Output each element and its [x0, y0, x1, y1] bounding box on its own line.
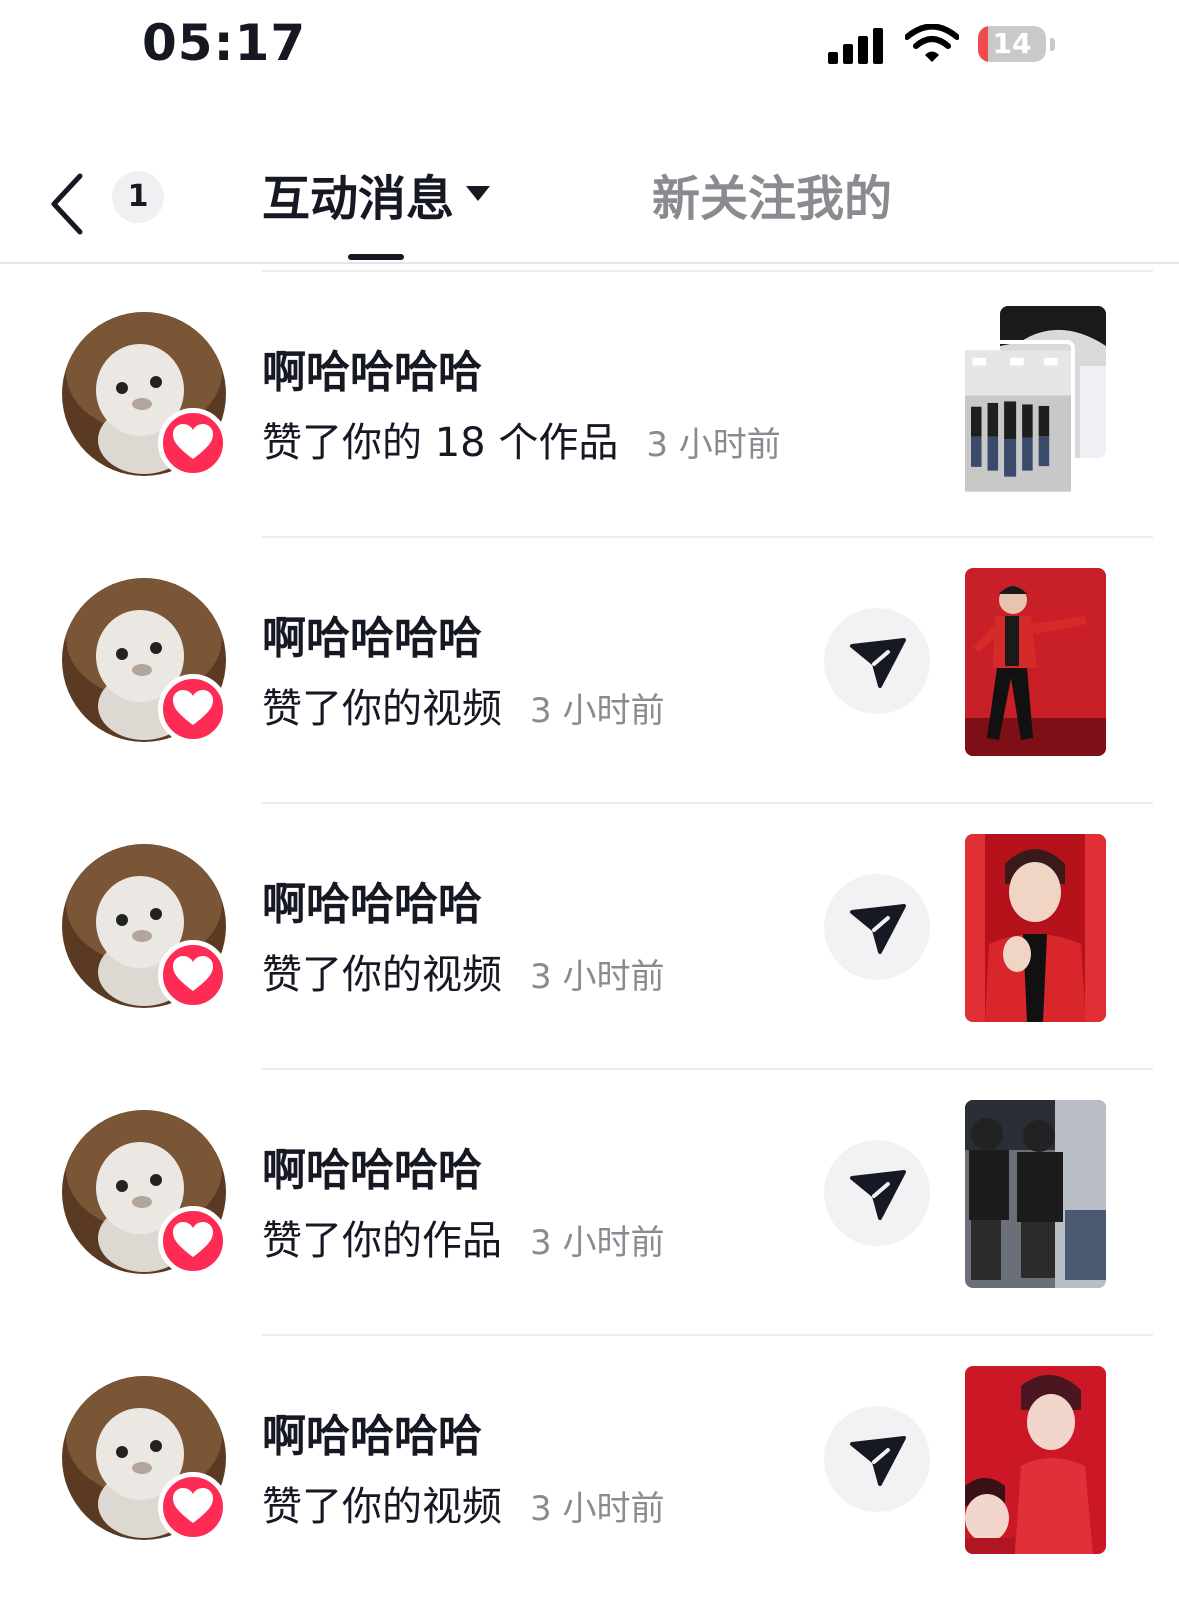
action-text: 赞了你的视频 — [262, 952, 502, 998]
row-divider — [262, 802, 1153, 804]
tab-interactive-messages[interactable]: 互动消息 — [262, 164, 454, 234]
action-text: 赞了你的作品 — [262, 1218, 502, 1264]
row-divider — [262, 1334, 1153, 1336]
notification-text: 赞了你的视频 3 小时前 — [262, 676, 664, 734]
video-thumbnail[interactable] — [965, 1100, 1106, 1288]
notification-row[interactable]: 啊哈哈哈哈赞了你的视频 3 小时前 — [0, 1334, 1179, 1600]
signal-icon — [828, 28, 883, 64]
notification-text: 赞了你的 18 个作品 3 小时前 — [262, 410, 781, 468]
battery-level: 14 — [992, 27, 1032, 60]
user-name[interactable]: 啊哈哈哈哈 — [262, 1400, 482, 1464]
tab-active-indicator — [348, 254, 404, 260]
unread-count-badge: 1 — [112, 171, 164, 223]
send-icon[interactable] — [824, 874, 930, 980]
battery-tip — [1050, 38, 1055, 51]
notification-text: 赞了你的视频 3 小时前 — [262, 942, 664, 1000]
action-text: 赞了你的视频 — [262, 1484, 502, 1530]
video-thumbnail[interactable] — [965, 1366, 1106, 1554]
dropdown-caret-icon[interactable] — [466, 186, 490, 201]
wifi-icon — [905, 24, 959, 62]
heart-icon — [158, 674, 228, 744]
send-icon[interactable] — [824, 1406, 930, 1512]
tab-new-followers[interactable]: 新关注我的 — [652, 164, 892, 234]
heart-icon — [158, 1206, 228, 1276]
send-icon[interactable] — [824, 608, 930, 714]
timestamp: 3 小时前 — [530, 691, 665, 731]
timestamp: 3 小时前 — [530, 957, 665, 997]
notification-row[interactable]: 啊哈哈哈哈赞了你的视频 3 小时前 — [0, 536, 1179, 802]
notification-row[interactable]: 啊哈哈哈哈赞了你的 18 个作品 3 小时前 — [0, 270, 1179, 536]
battery-icon: 14 — [978, 26, 1046, 62]
heart-icon — [158, 408, 228, 478]
heart-icon — [158, 1472, 228, 1542]
notification-row[interactable]: 啊哈哈哈哈赞了你的作品 3 小时前 — [0, 1068, 1179, 1334]
status-time: 05:17 — [142, 14, 307, 72]
timestamp: 3 小时前 — [530, 1489, 665, 1529]
notification-text: 赞了你的视频 3 小时前 — [262, 1474, 664, 1532]
user-name[interactable]: 啊哈哈哈哈 — [262, 868, 482, 932]
video-thumbnail[interactable] — [965, 834, 1106, 1022]
status-bar: 05:17 14 — [0, 0, 1179, 100]
send-icon[interactable] — [824, 1140, 930, 1246]
user-name[interactable]: 啊哈哈哈哈 — [262, 602, 482, 666]
user-name[interactable]: 啊哈哈哈哈 — [262, 1134, 482, 1198]
header: 1 互动消息 新关注我的 — [0, 140, 1179, 264]
chevron-left-icon[interactable] — [40, 170, 96, 240]
video-thumbnail[interactable] — [965, 568, 1106, 756]
action-text: 赞了你的视频 — [262, 686, 502, 732]
action-text: 赞了你的 18 个作品 — [262, 420, 619, 466]
user-name[interactable]: 啊哈哈哈哈 — [262, 336, 482, 400]
row-divider — [262, 1068, 1153, 1070]
row-divider — [262, 270, 1153, 272]
notification-text: 赞了你的作品 3 小时前 — [262, 1208, 664, 1266]
video-thumbnail[interactable] — [961, 340, 1075, 502]
heart-icon — [158, 940, 228, 1010]
notification-row[interactable]: 啊哈哈哈哈赞了你的视频 3 小时前 — [0, 802, 1179, 1068]
timestamp: 3 小时前 — [646, 425, 781, 465]
timestamp: 3 小时前 — [530, 1223, 665, 1263]
row-divider — [262, 536, 1153, 538]
